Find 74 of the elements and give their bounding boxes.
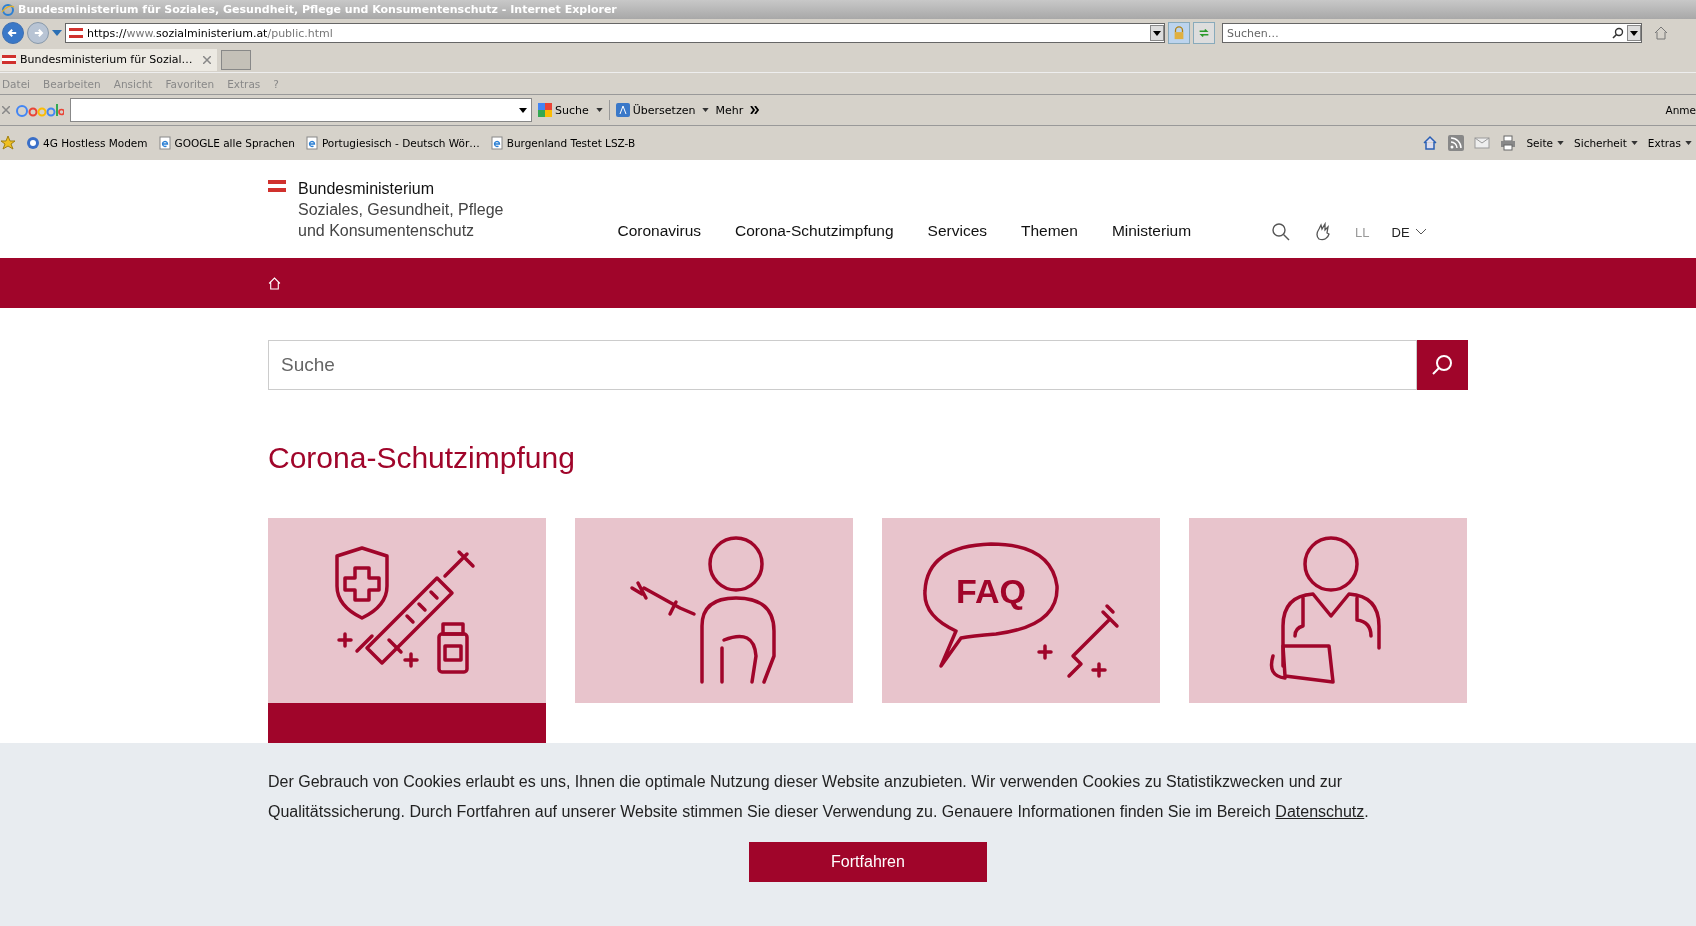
close-icon[interactable] [2, 106, 10, 114]
home-icon[interactable] [1422, 135, 1439, 151]
more-button[interactable]: Mehr [715, 103, 761, 117]
nav-link[interactable]: Coronavirus [617, 222, 702, 240]
nav-link[interactable]: Services [927, 222, 987, 240]
browser-search-field[interactable]: Suchen… [1222, 23, 1642, 43]
faq-text: FAQ [956, 571, 1026, 610]
back-button[interactable] [2, 22, 24, 44]
language-selector[interactable]: DE [1391, 224, 1426, 240]
card-illustration[interactable] [1189, 518, 1467, 703]
close-icon[interactable] [202, 55, 211, 64]
dropdown-button[interactable] [1150, 25, 1164, 41]
cookie-notice-text: Der Gebrauch von Cookies erlaubt es uns, Ihnen die optimale Nutzung dieser Website anzubieten. Wir verwenden Cookies zu Statistikzwecken und zur Qualitätssicherung. Durch Fortfahren auf unserer Website stimmen Sie dieser Verwendung zu. Genauere Informationen finden Sie im Bereich Datenschutz. [268, 772, 1370, 822]
flag-icon [69, 28, 83, 38]
sign-in-link[interactable]: Anme [1665, 104, 1696, 116]
card-illustration[interactable] [575, 518, 853, 703]
printer-icon[interactable] [1500, 135, 1517, 151]
nav-link[interactable]: Ministerium [1111, 222, 1192, 240]
favorite-link[interactable]: Portugiesisch - Deutsch Wör… [304, 136, 480, 150]
caret-icon [1685, 141, 1692, 145]
dropdown-button[interactable] [1627, 25, 1641, 41]
page-icon [304, 136, 319, 150]
privacy-link[interactable]: Datenschutz [1275, 803, 1365, 820]
continue-button[interactable]: Fortfahren [749, 842, 987, 882]
translate-icon [615, 103, 630, 117]
favorites-star-icon[interactable] [0, 135, 16, 151]
refresh-icon[interactable] [1193, 22, 1215, 44]
search-button[interactable] [1417, 340, 1468, 390]
new-tab-button[interactable] [220, 49, 251, 70]
window-title: Bundesministerium für Soziales, Gesundheit, Pflege und Konsumentenschutz - Internet Explorer [18, 3, 617, 16]
google-logo [16, 102, 64, 118]
dropdown-caret-icon[interactable] [519, 107, 527, 113]
search-icon [1430, 353, 1455, 377]
page-icon [157, 136, 172, 150]
search-button[interactable]: Suche [538, 103, 603, 117]
section-heading: Corona-Schutzimpfung [268, 440, 576, 476]
home-icon[interactable] [1653, 25, 1669, 41]
globe-icon [26, 136, 40, 150]
rss-feed-icon[interactable] [1448, 135, 1465, 151]
double-chevron-icon [750, 106, 761, 114]
forward-button[interactable] [27, 22, 49, 44]
search-icon[interactable] [1612, 27, 1624, 39]
flag-icon [2, 54, 16, 65]
browser-logo-icon [1, 2, 15, 17]
page-icon [489, 136, 504, 150]
favorite-link[interactable]: Burgenland Testet LSZ-B [489, 136, 636, 150]
chevron-down-icon [1415, 229, 1426, 235]
url-text: https://www.sozialministerium.at/public.html [87, 26, 334, 40]
logo-text[interactable]: Soziales, Gesundheit, Pflege [298, 199, 504, 220]
browser-tab[interactable]: Bundesministerium für Sozial… [0, 48, 217, 71]
flag-icon [268, 180, 286, 192]
favorite-link[interactable]: 4G Hostless Modem [26, 136, 148, 150]
command-menu[interactable]: Extras [1647, 137, 1692, 149]
caret-icon [1557, 141, 1565, 145]
command-menu[interactable]: Sicherheit [1574, 137, 1638, 149]
command-menu[interactable]: Seite [1526, 137, 1565, 149]
search-field[interactable]: Suche [268, 340, 1417, 390]
google-search-field[interactable] [70, 98, 532, 122]
favorite-link[interactable]: GOOGLE alle Sprachen [157, 136, 295, 150]
address-bar[interactable]: https://www.sozialministerium.at/public.html [65, 23, 1165, 43]
nav-link[interactable]: Corona-Schutzimpfung [735, 222, 894, 240]
translate-button[interactable]: Übersetzen [615, 103, 710, 117]
caret-icon [702, 108, 710, 112]
card-illustration[interactable]: FAQ [882, 518, 1160, 703]
caret-icon [1153, 30, 1161, 36]
caret-icon [595, 108, 603, 112]
card-illustration[interactable] [268, 518, 546, 703]
google-icon [538, 103, 552, 117]
logo-text[interactable]: und Konsumentenschutz [298, 220, 504, 241]
search-icon[interactable] [1271, 222, 1292, 242]
logo-text[interactable]: Bundesministerium [298, 178, 504, 199]
caret-icon [1630, 141, 1638, 145]
nav-link[interactable]: Themen [1021, 222, 1078, 240]
caret-icon [1630, 30, 1638, 36]
